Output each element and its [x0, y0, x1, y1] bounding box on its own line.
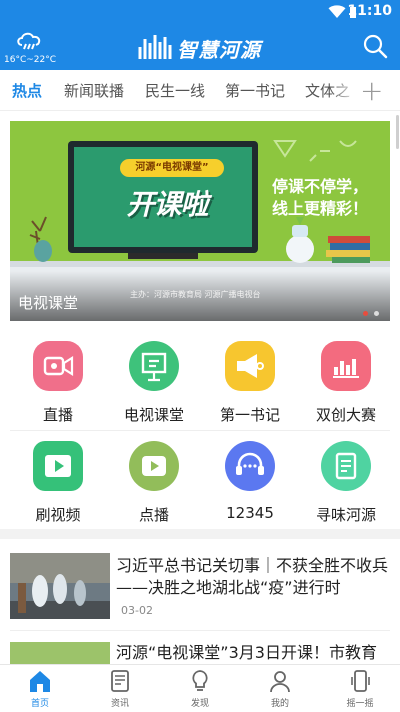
wifi-icon — [328, 5, 346, 18]
grid-label: 点播 — [138, 506, 169, 524]
bottom-navigation: 首页 资讯 发现 我的 摇一摇 — [0, 664, 400, 712]
search-icon[interactable] — [362, 33, 388, 59]
banner-slogan-line2: 线上更精彩！ — [272, 199, 369, 218]
grid-label: 直播 — [42, 406, 73, 424]
nav-discover[interactable]: 发现 — [160, 665, 240, 712]
news-title: 河源“电视课堂”3月3日开课！市教育 — [116, 643, 377, 662]
person-icon — [270, 671, 290, 693]
video-camera-icon — [33, 341, 83, 391]
banner-slogan-line1: 停课不停学， — [272, 177, 369, 196]
grid-item-hotline-12345[interactable]: 12345 — [202, 441, 298, 531]
section-gap — [0, 529, 400, 539]
tab-hot[interactable]: 热点 — [12, 80, 42, 101]
grid-label: 第一书记 — [219, 406, 280, 424]
nav-label: 资讯 — [110, 699, 129, 709]
carousel-dot-2[interactable] — [374, 311, 379, 316]
weather-temperature: 16°C~22°C — [4, 55, 57, 65]
news-thumbnail — [10, 553, 110, 619]
tab-first-secretary[interactable]: 第一书记 — [225, 80, 285, 101]
grid-label: 刷视频 — [35, 506, 81, 524]
nav-shake[interactable]: 摇一摇 — [320, 665, 400, 712]
news-item[interactable]: 河源“电视课堂”3月3日开课！市教育 — [0, 636, 400, 664]
grid-label: 双创大赛 — [315, 406, 376, 424]
grid-label: 电视课堂 — [123, 406, 184, 424]
status-bar: 11:10 — [0, 0, 400, 24]
headset-icon — [225, 441, 275, 491]
status-time: 11:10 — [347, 3, 392, 19]
nav-label: 首页 — [30, 699, 49, 709]
grid-label: 寻味河源 — [315, 506, 376, 524]
grid-item-taste-heyuan[interactable]: 寻味河源 — [298, 441, 394, 531]
nav-home[interactable]: 首页 — [0, 665, 80, 712]
channel-tabs: 热点 新闻联播 民生一线 第一书记 文体之 + — [0, 70, 400, 111]
nav-label: 发现 — [190, 699, 209, 709]
news-divider — [10, 630, 390, 631]
scroll-indicator — [396, 115, 399, 149]
tabs-fade — [330, 70, 358, 110]
grid-divider — [10, 430, 390, 431]
nav-mine[interactable]: 我的 — [240, 665, 320, 712]
carousel-dot-1[interactable] — [363, 311, 368, 316]
tab-news-broadcast[interactable]: 新闻联播 — [64, 80, 124, 101]
grid-item-first-secretary[interactable]: 第一书记 — [202, 341, 298, 431]
notebook-icon — [321, 441, 371, 491]
tv-title: 开课啦 — [126, 188, 208, 221]
app-header: 16°C~22°C 智慧河源 — [0, 24, 400, 70]
tab-livelihood[interactable]: 民生一线 — [145, 80, 205, 101]
nav-label: 摇一摇 — [346, 699, 374, 709]
grid-item-short-video[interactable]: 刷视频 — [10, 441, 106, 531]
play-circle-icon — [129, 441, 179, 491]
lightbulb-icon — [192, 670, 208, 691]
grid-item-tv-class[interactable]: 电视课堂 — [106, 341, 202, 431]
tv-stand — [128, 253, 198, 259]
grid-item-on-demand[interactable]: 点播 — [106, 441, 202, 531]
play-icon — [33, 441, 83, 491]
app-title: 智慧河源 — [177, 38, 261, 62]
news-date: 03-02 — [121, 604, 153, 617]
logo-mark-icon — [138, 35, 172, 59]
home-icon — [30, 671, 50, 692]
banner-carousel[interactable]: 河源“电视课堂” 开课啦 停课不停学， 线上更精彩！ 主办：河源市教育局 河源广… — [10, 121, 390, 321]
megaphone-icon — [225, 341, 275, 391]
phone-shake-icon — [351, 670, 370, 692]
cloud-rain-icon[interactable] — [16, 30, 42, 52]
news-item[interactable]: 习近平总书记关切事｜不获全胜不收兵——决胜之地湖北战“疫”进行时 03-02 — [0, 545, 400, 625]
banner-sponsor: 主办：河源市教育局 河源广播电视台 — [130, 290, 261, 299]
nav-news[interactable]: 资讯 — [80, 665, 160, 712]
add-channel-button[interactable]: + — [360, 74, 383, 107]
banner-caption: 电视课堂 — [18, 294, 79, 312]
news-icon — [111, 670, 129, 692]
grid-label: 12345 — [226, 504, 274, 522]
news-thumbnail — [10, 642, 110, 664]
grid-item-live[interactable]: 直播 — [10, 341, 106, 431]
easel-icon — [129, 341, 179, 391]
nav-label: 我的 — [270, 699, 289, 709]
bar-chart-icon — [321, 341, 371, 391]
news-title: 习近平总书记关切事｜不获全胜不收兵——决胜之地湖北战“疫”进行时 — [116, 556, 389, 597]
grid-item-innovation-contest[interactable]: 双创大赛 — [298, 341, 394, 431]
tv-badge: 河源“电视课堂” — [120, 159, 224, 177]
